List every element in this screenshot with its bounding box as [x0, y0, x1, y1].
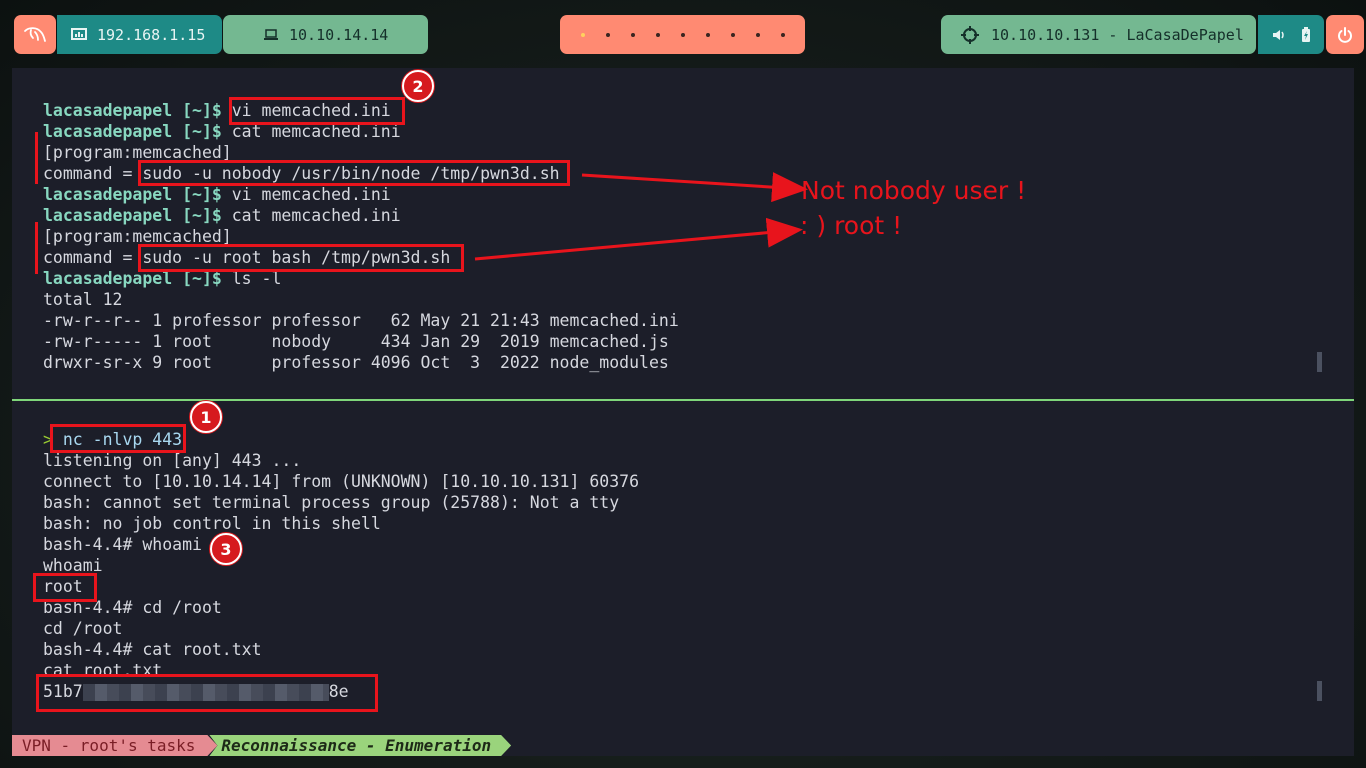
- highlight-nc-command: [50, 424, 186, 453]
- tmux-status-bar: VPN - root's tasks Reconnaissance - Enum…: [12, 735, 511, 756]
- terminal-line: bash: no job control in this shell: [43, 514, 381, 533]
- power-button[interactable]: [1326, 15, 1364, 54]
- session-name[interactable]: VPN - root's tasks: [12, 735, 217, 756]
- target-indicator: 10.10.10.131 - LaCasaDePapel: [941, 15, 1256, 54]
- crosshair-icon: [961, 25, 979, 44]
- terminal-line: connect to [10.10.14.14] from (UNKNOWN) …: [43, 472, 640, 491]
- terminal-line: cd /root: [43, 619, 123, 638]
- target-text: 10.10.10.131 - LaCasaDePapel: [991, 25, 1244, 44]
- laptop-icon: [264, 28, 278, 40]
- terminal-line: listening on [any] 443 ...: [43, 451, 302, 470]
- workspace-switcher[interactable]: [560, 15, 805, 54]
- kali-dragon-icon: [24, 26, 46, 42]
- pane-divider[interactable]: [12, 399, 1354, 401]
- terminal-line: bash: cannot set terminal process group …: [43, 493, 620, 512]
- arrow-to-root: [474, 217, 803, 261]
- workspace-8[interactable]: [755, 32, 760, 37]
- highlight-root-flag: [36, 674, 378, 712]
- step-badge-3: 3: [210, 533, 242, 565]
- terminal-line: bash-4.4# cat root.txt: [43, 640, 262, 659]
- workspace-9[interactable]: [780, 32, 785, 37]
- vpn-ip-indicator: 10.10.14.14: [223, 15, 428, 54]
- workspace-1[interactable]: [580, 32, 585, 37]
- arrow-to-nobody: [581, 172, 808, 203]
- vpn-ip-text: 10.10.14.14: [289, 25, 389, 44]
- bottom-pane-scrollbar[interactable]: [1317, 681, 1322, 701]
- workspace-7[interactable]: [730, 32, 735, 37]
- network-icon: [71, 27, 87, 40]
- local-ip-text: 192.168.1.15: [97, 25, 206, 44]
- step-badge-1: 1: [190, 401, 222, 433]
- window-name[interactable]: Reconnaissance - Enumeration: [209, 735, 511, 756]
- power-icon: [1338, 26, 1352, 43]
- terminal-line: bash-4.4# whoami: [43, 535, 202, 554]
- annotation-note-root: : ) root !: [800, 211, 903, 240]
- workspace-2[interactable]: [605, 32, 610, 37]
- local-ip-indicator: 192.168.1.15: [57, 15, 222, 54]
- workspace-3[interactable]: [630, 32, 635, 37]
- annotation-arrows: [474, 172, 808, 261]
- kali-menu-button[interactable]: [14, 15, 56, 54]
- volume-icon[interactable]: [1272, 28, 1286, 42]
- system-tray[interactable]: [1258, 15, 1324, 54]
- terminal-window[interactable]: lacasadepapel [~]$ vi memcached.ini laca…: [12, 68, 1354, 756]
- workspace-6[interactable]: [705, 32, 710, 37]
- battery-icon[interactable]: [1301, 27, 1311, 42]
- annotation-note-nobody: Not nobody user !: [801, 176, 1027, 205]
- workspace-4[interactable]: [655, 32, 660, 37]
- highlight-root-output: [33, 573, 97, 602]
- workspace-5[interactable]: [680, 32, 685, 37]
